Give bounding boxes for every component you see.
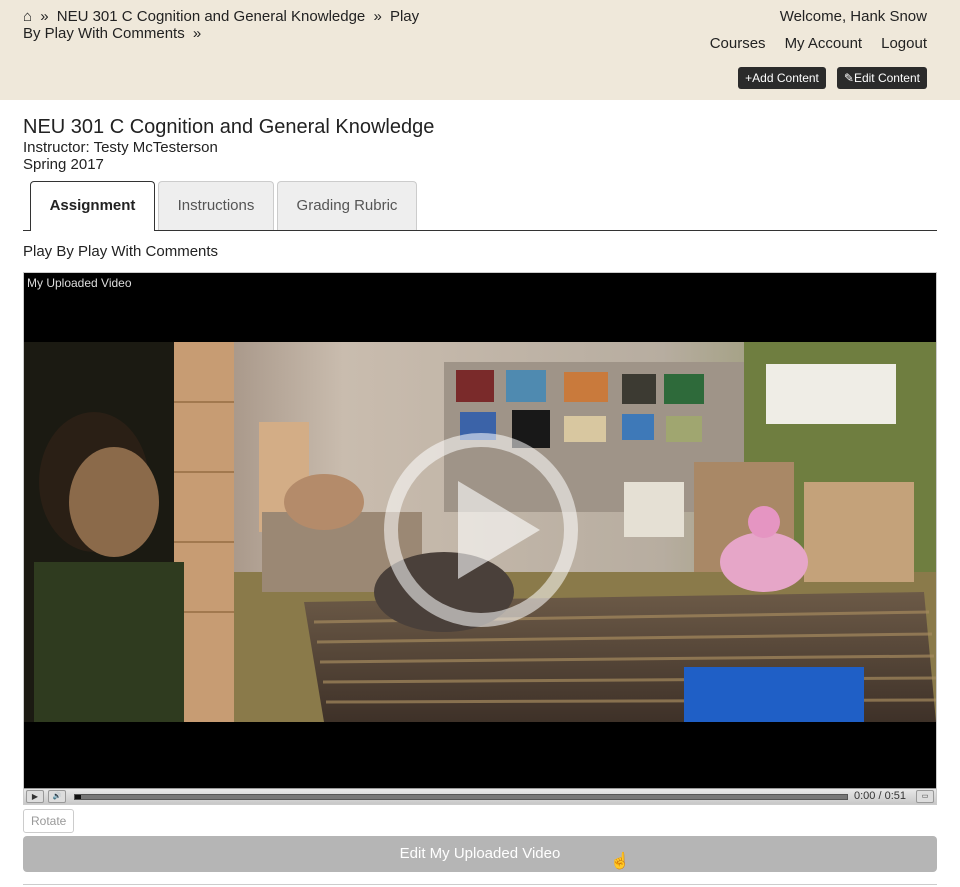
- play-overlay-button[interactable]: [384, 433, 578, 627]
- play-icon: [458, 481, 540, 579]
- nav-my-account-link[interactable]: My Account: [785, 35, 863, 52]
- rotate-button[interactable]: Rotate: [23, 809, 75, 833]
- assignment-tabs: Assignment Instructions Grading Rubric: [23, 181, 937, 231]
- time-separator: /: [878, 790, 882, 802]
- edit-video-button[interactable]: Edit My Uploaded Video: [23, 836, 937, 872]
- tab-assignment[interactable]: Assignment: [30, 181, 155, 231]
- volume-icon[interactable]: 🔊: [48, 790, 66, 803]
- time-display: 0:00 / 0:51: [854, 790, 906, 802]
- home-icon[interactable]: ⌂: [23, 8, 32, 25]
- breadcrumb-course-link[interactable]: NEU 301 C Cognition and General Knowledg…: [57, 8, 366, 25]
- course-term: Spring 2017: [23, 156, 104, 173]
- hand-cursor-icon: ☝: [610, 853, 630, 870]
- breadcrumb-separator: »: [373, 8, 382, 25]
- video-title: My Uploaded Video: [27, 276, 132, 290]
- breadcrumb-separator: »: [40, 8, 49, 25]
- top-nav: Courses My Account Logout: [710, 35, 927, 52]
- player-controls: ▶ 🔊 0:00 / 0:51 ▭: [24, 788, 936, 804]
- tab-instructions[interactable]: Instructions: [158, 181, 274, 230]
- divider: [23, 884, 937, 885]
- add-content-button[interactable]: +Add Content: [738, 67, 826, 89]
- nav-logout-link[interactable]: Logout: [881, 35, 927, 52]
- admin-buttons: +Add Content ✎Edit Content: [738, 67, 927, 89]
- play-button[interactable]: ▶: [26, 790, 44, 803]
- nav-courses-link[interactable]: Courses: [710, 35, 766, 52]
- course-title: NEU 301 C Cognition and General Knowledg…: [23, 116, 435, 138]
- instructor-name: Instructor: Testy McTesterson: [23, 139, 218, 156]
- site-header: ⌂ » NEU 301 C Cognition and General Know…: [0, 0, 960, 100]
- video-player[interactable]: My Uploaded Video ▶ 🔊 0:00 / 0:51 ▭: [23, 272, 937, 805]
- breadcrumb: ⌂ » NEU 301 C Cognition and General Know…: [23, 8, 433, 42]
- welcome-message: Welcome, Hank Snow: [779, 8, 927, 25]
- fullscreen-icon[interactable]: ▭: [916, 790, 934, 803]
- breadcrumb-separator: »: [192, 25, 202, 42]
- seek-progress: [75, 795, 81, 799]
- duration: 0:51: [884, 790, 907, 802]
- current-time: 0:00: [854, 790, 876, 802]
- assignment-name: Play By Play With Comments: [23, 243, 219, 260]
- seek-bar[interactable]: [74, 794, 848, 800]
- edit-content-button[interactable]: ✎Edit Content: [836, 67, 927, 89]
- tab-grading-rubric[interactable]: Grading Rubric: [277, 181, 417, 230]
- video-frame[interactable]: [24, 342, 936, 722]
